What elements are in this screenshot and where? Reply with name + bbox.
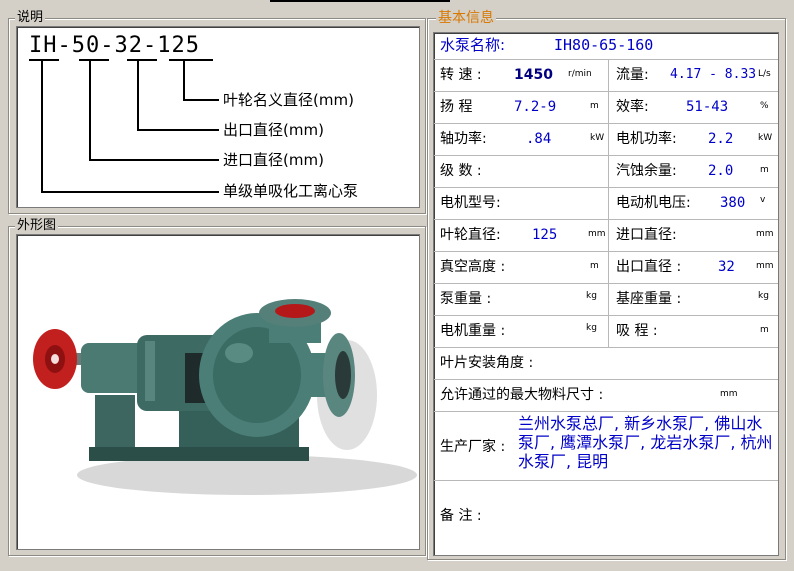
cell-unit: m: [590, 101, 599, 111]
outline-legend: 外形图: [15, 218, 59, 234]
cell-label: 真空高度 :: [440, 259, 506, 275]
annotation-impeller-diameter: 叶轮名义直径(mm): [223, 91, 354, 109]
table-row: 轴功率: .84 kW 电机功率: 2.2 kW: [434, 124, 778, 156]
maker-value: 兰州水泵总厂, 新乡水泵厂, 佛山水泵厂, 鹰潭水泵厂, 龙岩水泵厂, 杭州水泵…: [518, 414, 773, 471]
cell-value: 4.17 - 8.33: [670, 67, 757, 82]
cell-label: 基座重量 :: [616, 291, 682, 307]
cell-label: 电机功率:: [616, 131, 677, 147]
cell-label: 泵重量 :: [440, 291, 492, 307]
cell-unit: kg: [586, 291, 597, 301]
table-row: 扬 程 7.2-9 m 效率: 51-43 %: [434, 92, 778, 124]
cell-unit: %: [760, 101, 769, 111]
cell-unit: r/min: [568, 69, 592, 79]
annotation-outlet-diameter: 出口直径(mm): [223, 121, 324, 139]
cell-unit: kW: [758, 133, 773, 143]
cell-unit: kg: [758, 291, 769, 301]
info-legend: 基本信息: [436, 10, 496, 26]
vane-angle-label: 叶片安装角度 :: [440, 355, 534, 371]
cell-value: 1450: [514, 67, 553, 83]
cell-label: 级 数 :: [440, 163, 482, 179]
vane-angle-row: 叶片安装角度 :: [434, 348, 778, 380]
cell-value: 2.2: [708, 131, 734, 147]
cell-unit: m: [760, 325, 769, 335]
cell-unit: kg: [586, 323, 597, 333]
cell-label: 叶轮直径:: [440, 227, 501, 243]
remark-row: 备 注 :: [434, 481, 778, 554]
cell-label: 流量:: [616, 67, 649, 83]
cell-unit: m: [760, 165, 769, 175]
cell-label: 扬 程: [440, 99, 473, 115]
cell-label: 效率:: [616, 99, 649, 115]
maker-label: 生产厂家 :: [440, 439, 506, 455]
pump-info-table: 水泵名称: IH80-65-160 转 速 : 1450 r/min 流量: 4…: [433, 32, 779, 556]
cell-label: 进口直径:: [616, 227, 677, 243]
table-row: 电机重量 : kg 吸 程 : m: [434, 316, 778, 348]
model-code: IH-50-32-125: [29, 33, 200, 58]
pump-name-row: 水泵名称: IH80-65-160: [434, 33, 778, 60]
model-explain-panel: IH-50-32-125 叶轮名义直径(mm) 出口直径(mm) 进口直径(mm…: [16, 26, 420, 208]
cell-unit: mm: [756, 261, 774, 271]
cell-value: 125: [532, 227, 558, 243]
cell-unit: m: [590, 261, 599, 271]
table-row: 级 数 : 汽蚀余量: 2.0 m: [434, 156, 778, 188]
cell-label: 出口直径 :: [616, 259, 682, 275]
pump-name-value: IH80-65-160: [554, 36, 654, 54]
window-edge-line: [270, 0, 450, 2]
max-particle-label: 允许通过的最大物料尺寸 :: [440, 387, 604, 403]
explain-legend: 说明: [15, 10, 46, 26]
table-row: 叶轮直径: 125 mm 进口直径: mm: [434, 220, 778, 252]
cell-label: 电机重量 :: [440, 323, 506, 339]
cell-value: 2.0: [708, 163, 734, 179]
cell-unit: kW: [590, 133, 605, 143]
cell-label: 电机型号:: [440, 195, 501, 211]
annotation-inlet-diameter: 进口直径(mm): [223, 151, 324, 169]
cell-label: 轴功率:: [440, 131, 487, 147]
cell-label: 电动机电压:: [616, 195, 691, 211]
table-row: 泵重量 : kg 基座重量 : kg: [434, 284, 778, 316]
pump-name-label: 水泵名称:: [440, 36, 506, 54]
cell-value: .84: [526, 131, 552, 147]
max-particle-row: 允许通过的最大物料尺寸 : mm: [434, 380, 778, 412]
cell-value: 51-43: [686, 99, 729, 115]
cell-unit: L/s: [758, 69, 771, 79]
table-row: 电机型号: 电动机电压: 380 v: [434, 188, 778, 220]
table-row: 转 速 : 1450 r/min 流量: 4.17 - 8.33 L/s: [434, 60, 778, 92]
annotation-pump-type: 单级单吸化工离心泵: [223, 182, 359, 200]
pump-photo: [16, 234, 420, 550]
maker-row: 生产厂家 : 兰州水泵总厂, 新乡水泵厂, 佛山水泵厂, 鹰潭水泵厂, 龙岩水泵…: [434, 412, 778, 481]
cell-unit: mm: [588, 229, 606, 239]
cell-label: 转 速 :: [440, 67, 482, 83]
max-particle-unit: mm: [720, 389, 738, 399]
remark-label: 备 注 :: [440, 508, 482, 524]
cell-label: 吸 程 :: [616, 323, 658, 339]
cell-unit: mm: [756, 229, 774, 239]
cell-value: 7.2-9: [514, 99, 557, 115]
cell-label: 汽蚀余量:: [616, 163, 677, 179]
cell-value: 380: [720, 195, 746, 211]
cell-unit: v: [760, 195, 766, 205]
pump-illustration: [33, 299, 417, 495]
cell-value: 32: [718, 259, 735, 275]
table-row: 真空高度 : m 出口直径 : 32 mm: [434, 252, 778, 284]
